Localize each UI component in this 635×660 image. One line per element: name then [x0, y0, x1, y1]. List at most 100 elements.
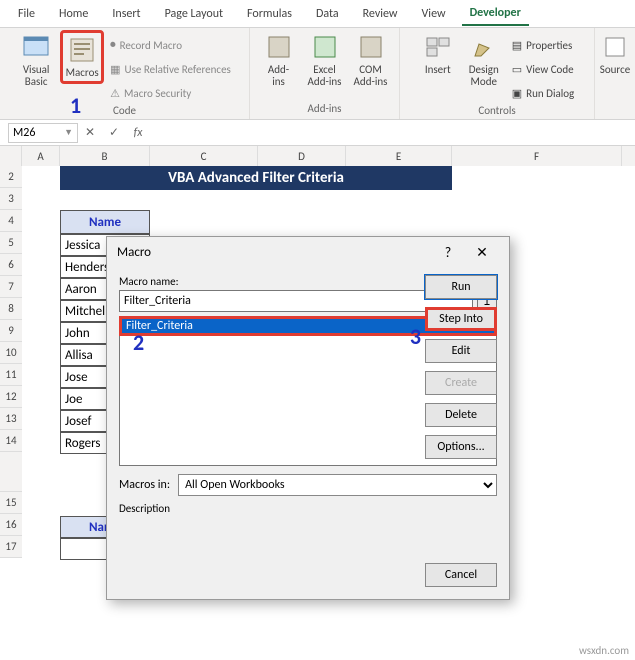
row-blank[interactable]: [0, 452, 22, 492]
row-14[interactable]: 14: [0, 430, 22, 452]
shield-icon: ⚠: [110, 87, 120, 100]
title-banner: VBA Advanced Filter Criteria: [60, 166, 452, 190]
group-code: Visual Basic Macros ⏺Record Macro ▦Use R…: [0, 28, 250, 119]
tab-home[interactable]: Home: [51, 3, 96, 25]
name-box[interactable]: M26▼: [8, 123, 78, 143]
group-xml: Source: [595, 28, 635, 119]
row-6[interactable]: 6: [0, 254, 22, 276]
properties-icon: ▤: [512, 39, 522, 52]
row-17[interactable]: 17: [0, 536, 22, 558]
macro-name-input[interactable]: [119, 290, 473, 312]
ribbon-tabs: File Home Insert Page Layout Formulas Da…: [0, 0, 635, 28]
visual-basic-button[interactable]: Visual Basic: [14, 30, 58, 90]
cancel-button[interactable]: Cancel: [425, 563, 497, 587]
run-button[interactable]: Run: [425, 275, 497, 299]
row-7[interactable]: 7: [0, 276, 22, 298]
col-b[interactable]: B: [60, 146, 150, 166]
dialog-help-button[interactable]: ?: [431, 244, 465, 261]
group-addins: Add- ins Excel Add-ins COM Add-ins Add-i…: [250, 28, 400, 119]
macros-button[interactable]: Macros: [60, 30, 104, 84]
column-headers: A B C D E F: [0, 146, 635, 166]
annotation-1: 1: [70, 92, 81, 119]
annotation-3: 3: [410, 323, 421, 350]
tab-data[interactable]: Data: [308, 3, 347, 25]
view-code-button[interactable]: ▭View Code: [508, 58, 579, 80]
col-d[interactable]: D: [258, 146, 346, 166]
row-8[interactable]: 8: [0, 298, 22, 320]
macros-in-label: Macros in:: [119, 478, 170, 492]
macros-in-select[interactable]: All Open Workbooks: [178, 474, 497, 496]
view-code-icon: ▭: [512, 63, 522, 76]
design-mode-icon: [469, 32, 499, 62]
row-16[interactable]: 16: [0, 514, 22, 536]
properties-button[interactable]: ▤Properties: [508, 34, 579, 56]
col-a[interactable]: A: [22, 146, 60, 166]
row-2[interactable]: 2: [0, 166, 22, 188]
edit-button[interactable]: Edit: [425, 339, 497, 363]
tab-page-layout[interactable]: Page Layout: [157, 3, 231, 25]
cancel-formula-icon[interactable]: ✕: [78, 125, 102, 140]
group-addins-label: Add-ins: [308, 102, 342, 117]
col-c[interactable]: C: [150, 146, 258, 166]
options-button[interactable]: Options...: [425, 435, 497, 459]
tab-formulas[interactable]: Formulas: [239, 3, 300, 25]
chevron-down-icon: ▼: [64, 127, 73, 138]
step-into-button[interactable]: Step Into: [425, 307, 497, 331]
row-headers: 2 3 4 5 6 7 8 9 10 11 12 13 14 15 16 17: [0, 166, 22, 558]
source-button[interactable]: Source: [593, 30, 635, 78]
group-code-label: Code: [113, 104, 136, 119]
run-dialog-icon: ▣: [512, 87, 522, 100]
design-mode-button[interactable]: Design Mode: [462, 30, 506, 90]
watermark: wsxdn.com: [579, 644, 629, 657]
excel-addins-button[interactable]: Excel Add-ins: [303, 30, 347, 90]
row-15[interactable]: 15: [0, 492, 22, 514]
record-macro-button[interactable]: ⏺Record Macro: [106, 34, 235, 56]
dialog-titlebar[interactable]: Macro ? ✕: [107, 237, 509, 267]
macro-security-button[interactable]: ⚠Macro Security: [106, 82, 235, 104]
com-addins-icon: [356, 32, 386, 62]
row-9[interactable]: 9: [0, 320, 22, 342]
select-all-corner[interactable]: [0, 146, 22, 166]
formula-bar-row: M26▼ ✕ ✓ fx: [0, 120, 635, 146]
row-11[interactable]: 11: [0, 364, 22, 386]
tab-insert[interactable]: Insert: [104, 3, 148, 25]
name-header: Name: [60, 210, 150, 234]
source-icon: [600, 32, 630, 62]
row-4[interactable]: 4: [0, 210, 22, 232]
col-e[interactable]: E: [346, 146, 452, 166]
grid-icon: ▦: [110, 63, 120, 76]
tab-file[interactable]: File: [10, 3, 43, 25]
fx-button[interactable]: fx: [126, 126, 150, 140]
tab-review[interactable]: Review: [355, 3, 406, 25]
addins-icon: [264, 32, 294, 62]
macros-icon: [67, 35, 97, 65]
create-button: Create: [425, 371, 497, 395]
visual-basic-icon: [21, 32, 51, 62]
row-12[interactable]: 12: [0, 386, 22, 408]
use-relative-button[interactable]: ▦Use Relative References: [106, 58, 235, 80]
insert-control-button[interactable]: Insert: [416, 30, 460, 78]
excel-addins-icon: [310, 32, 340, 62]
row-10[interactable]: 10: [0, 342, 22, 364]
group-controls: Insert Design Mode ▤Properties ▭View Cod…: [400, 28, 595, 119]
description-label: Description: [119, 502, 497, 515]
col-f[interactable]: F: [452, 146, 622, 166]
row-3[interactable]: 3: [0, 188, 22, 210]
addins-button[interactable]: Add- ins: [257, 30, 301, 90]
com-addins-button[interactable]: COM Add-ins: [349, 30, 393, 90]
group-controls-label: Controls: [478, 104, 515, 119]
dialog-title: Macro: [117, 245, 151, 260]
ribbon: Visual Basic Macros ⏺Record Macro ▦Use R…: [0, 28, 635, 120]
insert-control-icon: [423, 32, 453, 62]
row-5[interactable]: 5: [0, 232, 22, 254]
tab-view[interactable]: View: [414, 3, 454, 25]
worksheet-grid[interactable]: A B C D E F 2 3 4 5 6 7 8 9 10 11 12 13 …: [0, 146, 635, 166]
dialog-close-button[interactable]: ✕: [465, 244, 499, 261]
record-icon: ⏺: [110, 38, 116, 52]
tab-developer[interactable]: Developer: [462, 2, 529, 26]
run-dialog-button[interactable]: ▣Run Dialog: [508, 82, 579, 104]
enter-formula-icon[interactable]: ✓: [102, 125, 126, 140]
macro-dialog: Macro ? ✕ Macro name: ↥ Filter_Criteria …: [106, 236, 510, 600]
delete-button[interactable]: Delete: [425, 403, 497, 427]
row-13[interactable]: 13: [0, 408, 22, 430]
